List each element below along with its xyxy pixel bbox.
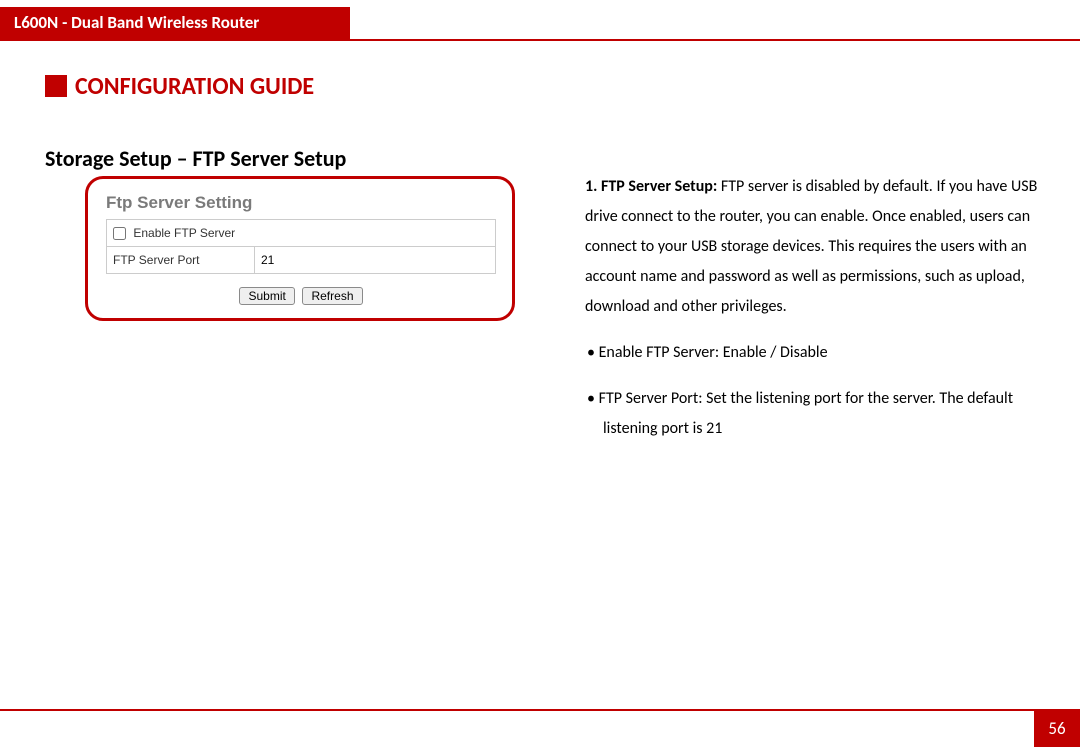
- ftp-panel-title: Ftp Server Setting: [106, 193, 496, 213]
- enable-ftp-checkbox[interactable]: [113, 227, 126, 240]
- ftp-port-label: FTP Server Port: [113, 253, 199, 267]
- refresh-button[interactable]: Refresh: [302, 287, 362, 305]
- ftp-settings-table: Enable FTP Server FTP Server Port: [106, 219, 496, 274]
- ftp-button-row: Submit Refresh: [106, 286, 496, 305]
- table-row: FTP Server Port: [107, 247, 496, 274]
- item1-number: 1.: [585, 177, 597, 196]
- header-rule: [0, 39, 1080, 41]
- item1-label: FTP Server Setup:: [601, 177, 717, 196]
- bullet2-label: FTP Server Port:: [599, 389, 703, 408]
- description-item-1: 1. FTP Server Setup: FTP server is disab…: [565, 172, 1065, 322]
- item1-body: FTP server is disabled by default. If yo…: [585, 177, 1037, 316]
- enable-ftp-label: Enable FTP Server: [133, 226, 235, 240]
- section-heading: Storage Setup – FTP Server Setup: [45, 145, 346, 172]
- bullet1-label: Enable FTP Server:: [599, 343, 720, 362]
- page-number: 56: [1048, 718, 1065, 739]
- submit-button[interactable]: Submit: [239, 287, 294, 305]
- header-product-label: L600N - Dual Band Wireless Router: [14, 12, 259, 33]
- ftp-port-value-cell: [255, 247, 496, 274]
- enable-ftp-cell: Enable FTP Server: [107, 220, 496, 247]
- guide-title: CONFIGURATION GUIDE: [75, 72, 314, 101]
- page-number-badge: 56: [1034, 711, 1080, 747]
- footer-rule: [0, 709, 1080, 711]
- bullet1-body: Enable / Disable: [719, 343, 827, 362]
- ftp-server-setting-panel: Ftp Server Setting Enable FTP Server FTP…: [85, 176, 515, 321]
- description-block: 1. FTP Server Setup: FTP server is disab…: [565, 172, 1065, 460]
- guide-accent-square: [45, 75, 67, 97]
- description-bullet-2: FTP Server Port: Set the listening port …: [565, 384, 1065, 444]
- table-row: Enable FTP Server: [107, 220, 496, 247]
- ftp-port-label-cell: FTP Server Port: [107, 247, 255, 274]
- header-product-band: L600N - Dual Band Wireless Router: [0, 7, 350, 39]
- ftp-port-input[interactable]: [261, 253, 489, 267]
- description-bullet-1: Enable FTP Server: Enable / Disable: [565, 338, 1065, 368]
